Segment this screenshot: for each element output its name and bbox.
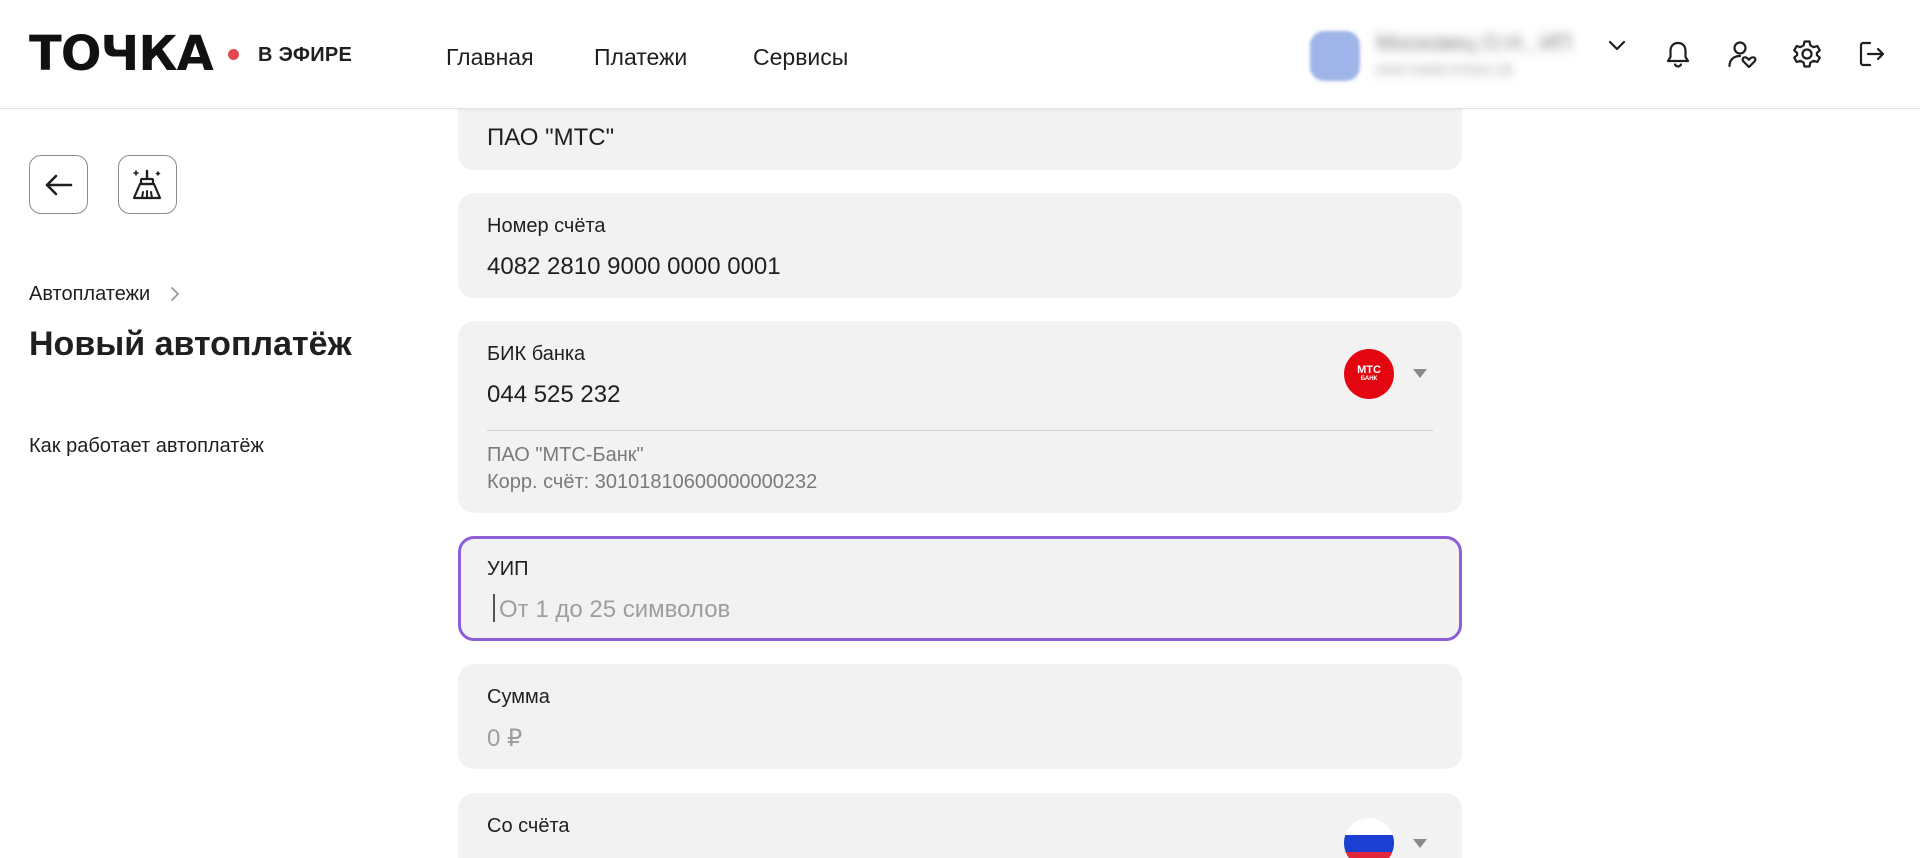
sum-label: Сумма [487,686,550,708]
caret-down-icon[interactable] [1413,369,1427,378]
account-number-value: 4082 2810 9000 0000 0001 [487,253,781,280]
help-link[interactable]: Как работает автоплатёж [29,435,264,458]
text-cursor [493,594,495,622]
broom-icon [132,169,161,199]
from-account-select[interactable]: Со счёта [458,793,1462,858]
page-title: Новый автоплатёж [29,325,352,363]
bik-value: 044 525 232 [487,381,621,408]
nav-services[interactable]: Сервисы [753,44,848,71]
nav-home[interactable]: Главная [446,44,534,71]
top-header: ТОЧКА В ЭФИРЕ Главная Платежи Сервисы Мо… [0,0,1920,109]
uip-placeholder: От 1 до 25 символов [499,596,731,623]
sum-input[interactable]: Сумма 0 ₽ [458,664,1462,769]
user-inn: ИНН 6408 07643 26 [1376,62,1513,79]
ru-flag-icon [1344,818,1394,858]
gear-icon[interactable] [1791,38,1823,70]
uip-input[interactable]: УИП От 1 до 25 символов [458,536,1462,641]
bank-name: ПАО "МТС-Банк" [487,444,644,466]
live-indicator-dot [228,49,239,60]
recipient-value: ПАО "МТС" [487,124,615,151]
bik-label: БИК банка [487,343,586,365]
from-account-label: Со счёта [487,815,570,837]
account-number-field[interactable]: Номер счёта 4082 2810 9000 0000 0001 [458,193,1462,298]
chevron-down-icon[interactable] [1606,34,1628,56]
divider [487,430,1433,431]
bank-logo-line1: МТС [1357,364,1381,376]
arrow-left-icon [45,174,72,195]
logo[interactable]: ТОЧКА [29,26,214,82]
breadcrumb[interactable]: Автоплатежи [29,283,150,306]
bank-logo: МТС БАНК [1344,349,1394,399]
caret-down-icon[interactable] [1413,839,1427,848]
avatar[interactable] [1310,31,1360,81]
corr-account: Корр. счёт: 30101810600000000232 [487,471,818,493]
sum-placeholder: 0 ₽ [487,725,523,752]
user-name[interactable]: Московец О.Н., ИП [1376,30,1571,56]
bank-logo-line2: БАНК [1360,376,1378,382]
user-heart-icon[interactable] [1726,38,1758,70]
logout-icon[interactable] [1856,38,1888,70]
uip-label: УИП [487,558,529,580]
account-number-label: Номер счёта [487,215,606,237]
bell-icon[interactable] [1662,38,1694,70]
bik-field[interactable]: БИК банка 044 525 232 МТС БАНК ПАО "МТС-… [458,321,1462,513]
nav-payments[interactable]: Платежи [594,44,687,71]
chevron-right-icon [171,287,179,301]
live-label[interactable]: В ЭФИРЕ [258,44,352,67]
clear-form-button[interactable] [118,155,177,214]
back-button[interactable] [29,155,88,214]
